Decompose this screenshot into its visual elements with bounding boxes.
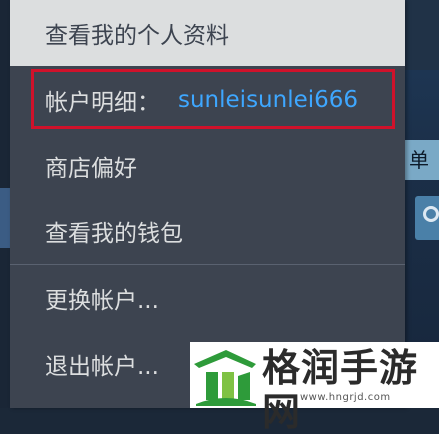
- menu-item-label: 更换帐户...: [45, 288, 159, 314]
- menu-item-store-preferences[interactable]: 商店偏好: [10, 134, 405, 198]
- menu-item-label: 查看我的个人资料: [45, 23, 229, 49]
- background-tab[interactable]: 单: [405, 140, 439, 180]
- menu-item-label: 退出帐户...: [45, 354, 159, 380]
- background-search-button[interactable]: [415, 196, 439, 240]
- menu-item-view-profile[interactable]: 查看我的个人资料: [10, 0, 405, 66]
- logo-emblem-icon: [194, 350, 256, 406]
- background-tab-label: 单: [409, 148, 429, 172]
- menu-item-label: 商店偏好: [45, 156, 137, 182]
- menu-item-account-details[interactable]: 帐户明细： sunleisunlei666: [10, 66, 405, 134]
- site-watermark: 格润手游网 www.hngrjd.com: [190, 342, 439, 434]
- account-name: sunleisunlei666: [178, 87, 359, 113]
- background-header: [405, 0, 439, 70]
- background-left-tab: [0, 188, 10, 248]
- menu-item-change-account[interactable]: 更换帐户...: [10, 265, 405, 331]
- menu-item-label: 查看我的钱包: [45, 221, 183, 247]
- watermark-url: www.hngrjd.com: [300, 392, 391, 403]
- search-icon: [423, 206, 439, 222]
- menu-item-label: 帐户明细：: [45, 90, 160, 116]
- menu-item-view-wallet[interactable]: 查看我的钱包: [10, 198, 405, 264]
- watermark-title: 格润手游网: [262, 346, 419, 434]
